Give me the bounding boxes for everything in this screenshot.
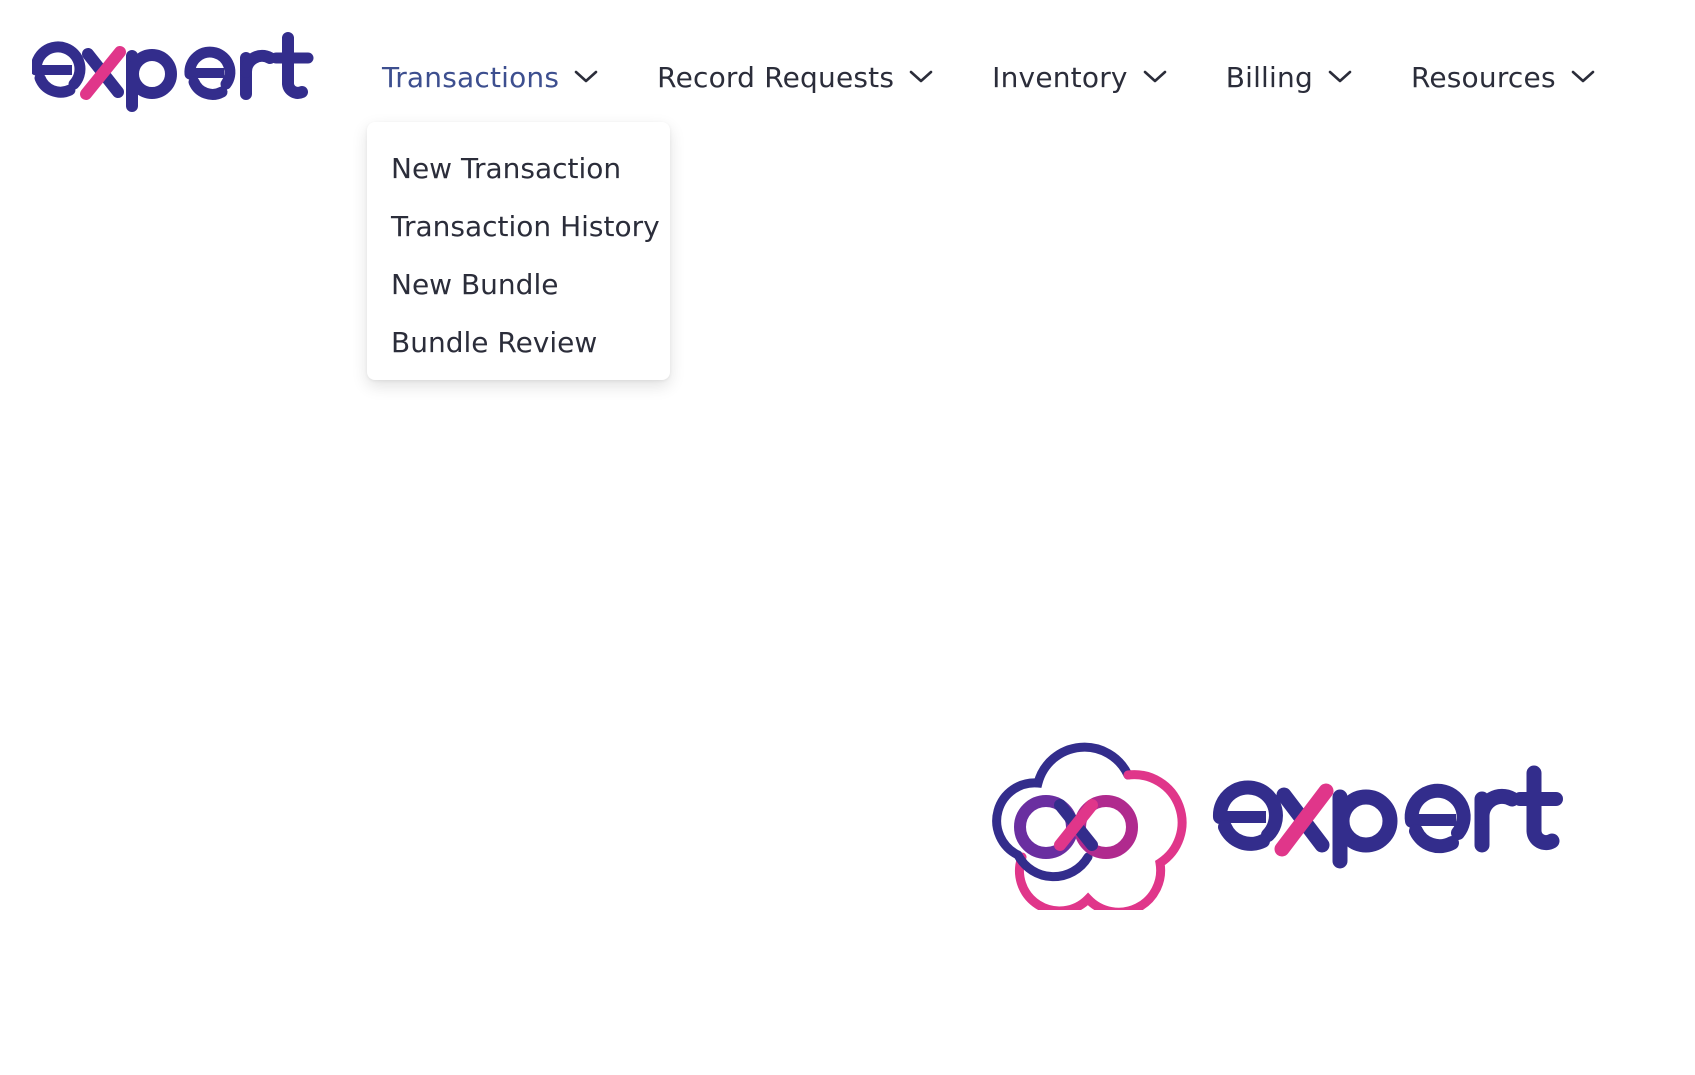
menu-item-bundle-review[interactable]: Bundle Review — [367, 314, 670, 372]
menu-item-new-bundle[interactable]: New Bundle — [367, 256, 670, 314]
menu-item-transaction-history[interactable]: Transaction History — [367, 198, 670, 256]
nav-item-label: Record Requests — [657, 60, 895, 94]
nav-item-label: Billing — [1225, 60, 1313, 94]
nav-item-billing[interactable]: Billing — [1226, 55, 1353, 99]
chevron-down-icon — [1142, 69, 1168, 85]
chevron-down-icon — [1327, 69, 1353, 85]
nav-item-label: Transactions — [382, 60, 560, 94]
expert-cloud-logo — [992, 742, 1563, 910]
menu-item-new-transaction[interactable]: New Transaction — [367, 140, 670, 198]
nav-item-transactions[interactable]: Transactions — [382, 55, 599, 99]
main-nav: Transactions Record Requests Inventory B… — [382, 55, 1596, 99]
cloud-infinity-icon — [992, 742, 1187, 910]
transactions-dropdown-menu: New Transaction Transaction History New … — [367, 122, 670, 380]
chevron-down-icon — [573, 69, 599, 85]
nav-item-resources[interactable]: Resources — [1411, 55, 1596, 99]
chevron-down-icon — [908, 69, 934, 85]
nav-item-inventory[interactable]: Inventory — [992, 55, 1168, 99]
nav-item-label: Resources — [1410, 60, 1556, 94]
logo-wordmark — [32, 32, 314, 112]
nav-item-record-requests[interactable]: Record Requests — [657, 55, 934, 99]
top-header: Transactions Record Requests Inventory B… — [0, 0, 1695, 150]
large-logo-wordmark — [1212, 765, 1563, 869]
expert-logo[interactable] — [32, 28, 317, 118]
nav-item-label: Inventory — [992, 60, 1128, 94]
chevron-down-icon — [1570, 69, 1596, 85]
